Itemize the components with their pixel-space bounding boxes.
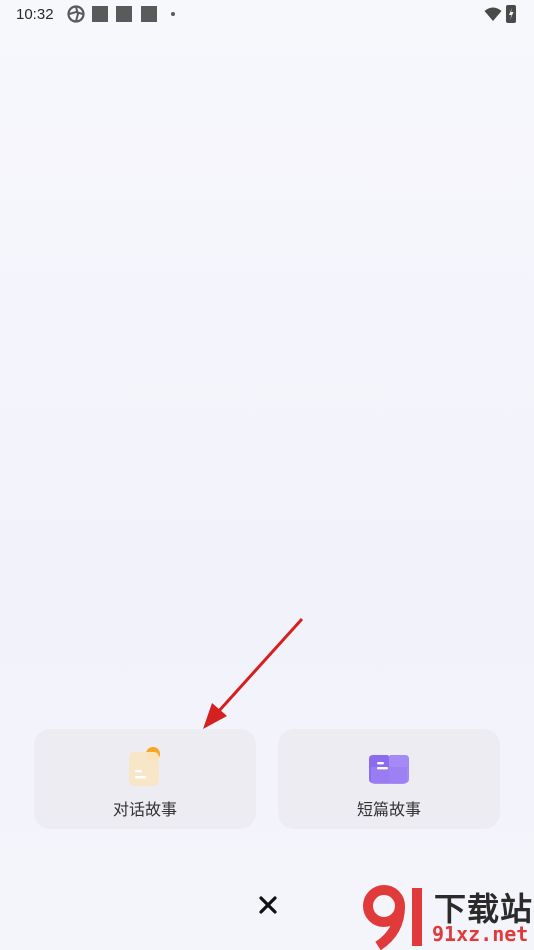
notification-square-icon	[141, 6, 157, 22]
short-story-label: 短篇故事	[356, 800, 421, 819]
book-icon	[369, 755, 409, 784]
wifi-icon	[484, 7, 502, 21]
status-bar: 10:32	[0, 0, 534, 30]
notification-square-icon	[116, 6, 132, 22]
watermark: 下载站 91xz.net	[362, 882, 534, 950]
chat-story-card[interactable]: 对话故事	[34, 729, 256, 829]
close-icon	[259, 896, 277, 914]
notification-square-icon	[92, 6, 108, 22]
vpn-icon	[67, 5, 85, 23]
chat-story-label: 对话故事	[112, 800, 177, 819]
status-time: 10:32	[16, 6, 54, 23]
more-dot-icon	[171, 12, 175, 16]
close-button[interactable]	[256, 893, 280, 917]
battery-charging-icon	[506, 5, 516, 23]
chat-story-icon	[129, 747, 160, 786]
status-icons-right	[480, 5, 520, 23]
watermark-domain: 91xz.net	[432, 922, 529, 946]
watermark-logo-icon	[363, 885, 422, 950]
short-story-card[interactable]: 短篇故事	[278, 729, 500, 829]
